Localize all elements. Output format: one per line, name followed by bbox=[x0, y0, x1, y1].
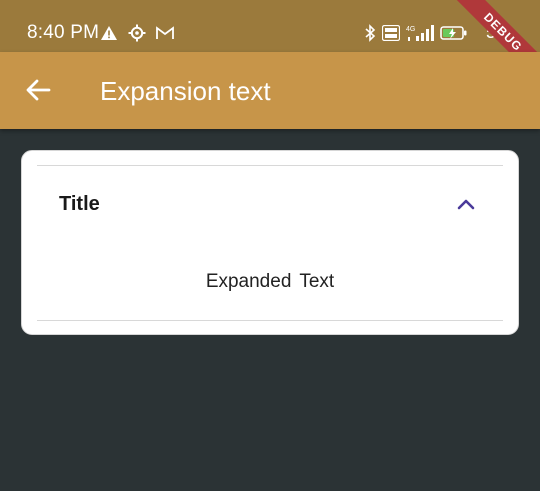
bottom-divider bbox=[37, 320, 503, 321]
back-button[interactable] bbox=[18, 70, 58, 110]
arrow-back-icon bbox=[26, 79, 51, 101]
signal-4g-icon: 4G bbox=[406, 25, 434, 41]
warning-icon bbox=[101, 26, 117, 40]
bluetooth-icon bbox=[365, 24, 376, 42]
svg-text:4G: 4G bbox=[406, 26, 415, 33]
status-bar: 8:40 PM 4G bbox=[0, 0, 540, 52]
chevron-up-icon[interactable] bbox=[454, 196, 478, 212]
volte-icon bbox=[382, 25, 400, 41]
app-bar-title: Expansion text bbox=[100, 76, 271, 106]
status-notification-icons bbox=[100, 22, 174, 44]
expansion-card: Title Expanded Text bbox=[21, 150, 519, 335]
status-system-icons: 4G bbox=[364, 22, 468, 44]
app-bar: Expansion text bbox=[0, 52, 540, 129]
expansion-tile-header[interactable]: Title bbox=[22, 166, 518, 242]
settings-icon bbox=[128, 24, 146, 42]
gmail-icon bbox=[156, 26, 174, 39]
status-time: 8:40 PM bbox=[27, 22, 100, 43]
battery-charging-icon bbox=[440, 26, 467, 40]
expanded-content-text: Expanded Text bbox=[205, 271, 335, 292]
expansion-tile-title: Title bbox=[59, 193, 100, 215]
